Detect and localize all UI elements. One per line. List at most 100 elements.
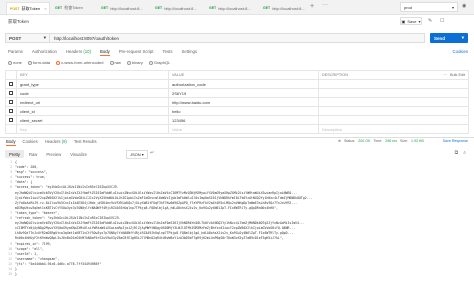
method-select[interactable]: POST ▾ [5, 33, 50, 43]
row-value[interactable]: authorization_code [168, 79, 319, 89]
more-icon[interactable]: ··· [443, 73, 447, 77]
resp-tab-cookies[interactable]: Cookies [23, 139, 38, 146]
tab-headers[interactable]: Headers (10) [66, 49, 91, 56]
radio-graphql[interactable]: GraphQL [148, 60, 170, 65]
row-description[interactable] [318, 97, 469, 107]
value-placeholder[interactable]: Value [168, 124, 319, 134]
view-mode-tabs: Pretty Raw Preview Visualize [5, 150, 91, 158]
row-checkbox[interactable] [5, 97, 17, 107]
radio-raw[interactable]: raw [109, 60, 121, 65]
search-icon[interactable]: ⌕ [463, 150, 466, 156]
tab-method: GET [263, 6, 271, 10]
row-checkbox[interactable] [5, 79, 17, 89]
row-value[interactable]: http://www.baidu.com [168, 97, 319, 107]
tab-params[interactable]: Params [8, 49, 23, 56]
response-body-code[interactable]: 1{2 "code": 200, 3 "msg": "success", 4 "su… [4, 160, 470, 290]
column-description: DESCRIPTION ··· Bulk Edit [318, 70, 469, 80]
radio-circle-icon [109, 60, 114, 65]
body-params-table: KEY VALUE DESCRIPTION ··· Bulk Edit grant… [5, 70, 469, 134]
row-key[interactable]: client_id [16, 106, 169, 116]
row-value[interactable]: hello [168, 106, 319, 116]
radio-binary[interactable]: binary [126, 60, 143, 65]
row-description[interactable] [318, 106, 469, 116]
row-value[interactable]: 123456 [168, 115, 319, 125]
row-value[interactable]: 2S6Y19 [168, 88, 319, 98]
tab-prerequest[interactable]: Pre-request Script [119, 49, 154, 56]
tab-request[interactable]: GET http://localhost:8... [260, 2, 308, 14]
radio-form-data[interactable]: form-data [27, 60, 51, 65]
tab-request[interactable]: GET http://localhost:8... [98, 2, 150, 14]
wrap-lines-icon[interactable]: ↵ [150, 150, 154, 156]
row-key[interactable]: redirect_uri [16, 97, 169, 107]
view-raw[interactable]: Raw [25, 150, 41, 158]
url-input[interactable]: http://localhost:8097/oauth/token [50, 33, 425, 43]
cookies-link[interactable]: Cookies [452, 49, 468, 54]
tab-method: POST [10, 6, 20, 11]
header-check-cell [5, 70, 17, 80]
tab-authorization[interactable]: Authorization [32, 49, 57, 56]
line-number: 15 [8, 272, 12, 277]
bulk-edit-button[interactable]: ··· Bulk Edit [443, 73, 465, 77]
row-description[interactable] [318, 88, 469, 98]
radio-form-data-label: form-data [32, 60, 51, 65]
resp-tab-body[interactable]: Body [6, 139, 16, 146]
view-pretty[interactable]: Pretty [5, 150, 24, 158]
close-icon[interactable]: × [44, 6, 46, 11]
more-tabs-icon[interactable]: ··· [322, 2, 328, 8]
method-value: POST [9, 35, 22, 41]
row-checkbox[interactable] [5, 115, 17, 125]
size-label: Size: [400, 139, 409, 143]
radio-selected-icon [56, 60, 61, 65]
column-key: KEY [16, 70, 169, 80]
row-description[interactable] [318, 79, 469, 89]
save-button[interactable]: ▣ Save ▾ [400, 17, 422, 25]
tab-body[interactable]: Body [100, 49, 110, 56]
key-placeholder[interactable]: Key [16, 124, 169, 134]
send-button[interactable]: Send ▾ [430, 33, 468, 43]
copy-icon[interactable]: ⧉ [455, 150, 459, 156]
environment-select[interactable]: prod ▾ [400, 2, 458, 12]
view-visualize[interactable]: Visualize [66, 150, 91, 158]
row-checkbox[interactable] [5, 106, 17, 116]
table-row: code 2S6Y19 [5, 88, 469, 98]
tab-tests[interactable]: Tests [162, 49, 172, 56]
code-line: 15} [4, 272, 470, 277]
row-description[interactable] [318, 115, 469, 125]
column-description-label: DESCRIPTION [322, 73, 348, 77]
table-row: redirect_uri http://www.baidu.com [5, 97, 469, 107]
save-disk-icon: ▣ [401, 18, 406, 24]
chevron-down-icon: ▾ [43, 35, 46, 40]
view-preview[interactable]: Preview [42, 150, 65, 158]
radio-urlencoded[interactable]: x-www-form-urlencoded [56, 60, 104, 65]
resp-tab-test-results[interactable]: Test Results [74, 139, 97, 146]
table-row: grant_type authorization_code [5, 79, 469, 89]
radio-binary-label: binary [131, 60, 143, 65]
eye-icon[interactable]: ◉ [462, 3, 466, 9]
radio-none[interactable]: none [8, 60, 22, 65]
tab-request[interactable]: POST 获取Token × [6, 2, 50, 14]
tab-method: GET [209, 6, 217, 10]
save-response-button[interactable]: Save Response [443, 139, 468, 143]
headers-count: (10) [83, 49, 92, 54]
format-select[interactable]: JSON ▾ [126, 150, 148, 159]
tab-request[interactable]: GET http://localhost:8... [206, 2, 258, 14]
checkbox-checked-icon [9, 117, 13, 122]
new-tab-plus-icon[interactable]: + [310, 3, 314, 10]
description-placeholder[interactable]: Description [318, 124, 469, 134]
row-key[interactable]: code [16, 88, 169, 98]
row-key[interactable]: grant_type [16, 79, 169, 89]
tab-request[interactable]: GET 检查Token [52, 2, 96, 14]
status-label: Status: [344, 139, 356, 143]
tab-settings[interactable]: Settings [181, 49, 197, 56]
checkbox-checked-icon [9, 90, 13, 95]
tab-request[interactable]: GET http://localhost:8... [152, 2, 204, 14]
row-checkbox[interactable] [5, 88, 17, 98]
tab-label: 检查Token [64, 5, 83, 10]
send-label: Send [434, 35, 446, 41]
row-key[interactable]: client_secret [16, 115, 169, 125]
request-tabs: Params Authorization Headers (10) Body P… [8, 49, 197, 56]
comment-icon[interactable]: ☐ [440, 18, 444, 24]
pencil-icon[interactable]: ✎ [428, 18, 432, 24]
resp-tab-headers[interactable]: Headers (9) [45, 139, 67, 146]
resp-tab-headers-label: Headers [44, 139, 61, 144]
